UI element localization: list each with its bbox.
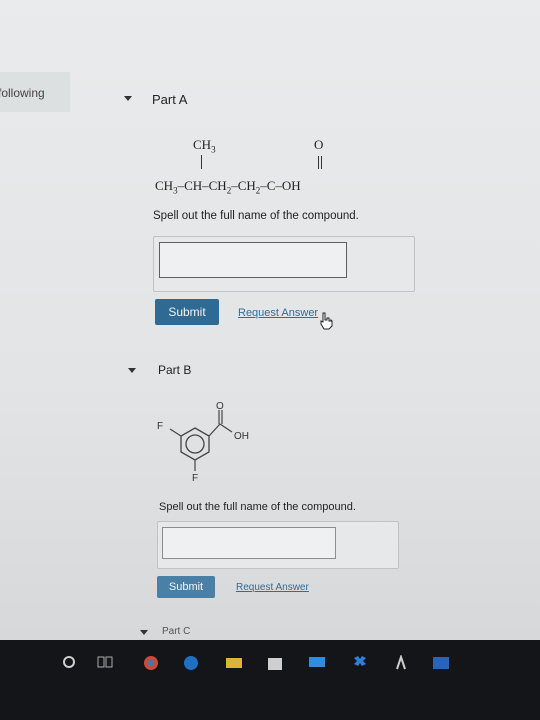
- double-bond-line-2: [321, 156, 322, 169]
- cortana-icon[interactable]: [62, 655, 76, 669]
- part-a-prompt: Spell out the full name of the compound.: [153, 210, 359, 222]
- part-a-collapse-caret[interactable]: [124, 96, 132, 101]
- part-a-title[interactable]: Part A: [152, 92, 187, 107]
- formula-branch-ch3: CH3: [193, 137, 216, 155]
- f-bottom-label: F: [192, 473, 198, 482]
- o-label: O: [216, 401, 224, 412]
- part-a-submit-button[interactable]: Submit: [155, 299, 219, 325]
- f-left-label: F: [157, 421, 163, 432]
- sidebar-text: following: [0, 86, 45, 100]
- edge-icon[interactable]: [183, 655, 199, 671]
- part-c-title[interactable]: Part C: [162, 626, 190, 637]
- part-c-collapse-caret[interactable]: [140, 630, 148, 635]
- oh-label: OH: [234, 431, 249, 442]
- part-b-submit-button[interactable]: Submit: [157, 576, 215, 598]
- store-icon[interactable]: [266, 655, 284, 671]
- file-explorer-icon[interactable]: [225, 655, 243, 669]
- chrome-icon[interactable]: [143, 655, 159, 671]
- double-bond-line-1: [318, 156, 319, 169]
- formula-main-chain: CH3–CH–CH2–CH2–C–OH: [155, 178, 301, 196]
- part-a-answer-input[interactable]: [159, 242, 347, 278]
- dropbox-icon[interactable]: [352, 655, 368, 669]
- part-b-request-answer-link[interactable]: Request Answer: [236, 582, 309, 593]
- part-b-title[interactable]: Part B: [158, 363, 191, 377]
- part-b-answer-input[interactable]: [162, 527, 336, 559]
- mail-icon[interactable]: [308, 655, 326, 669]
- windows-taskbar: [0, 640, 540, 720]
- formula-carbonyl-o: O: [314, 137, 324, 152]
- hand-cursor-icon: [320, 312, 333, 330]
- task-view-icon[interactable]: [97, 655, 113, 669]
- part-b-collapse-caret[interactable]: [128, 368, 136, 373]
- app-icon[interactable]: [394, 655, 408, 671]
- part-a-request-answer-link[interactable]: Request Answer: [238, 307, 318, 319]
- photos-icon[interactable]: [432, 655, 450, 671]
- part-b-structure: F F O OH: [157, 401, 249, 482]
- part-b-prompt: Spell out the full name of the compound.: [159, 501, 356, 513]
- branch-bond: [201, 155, 202, 169]
